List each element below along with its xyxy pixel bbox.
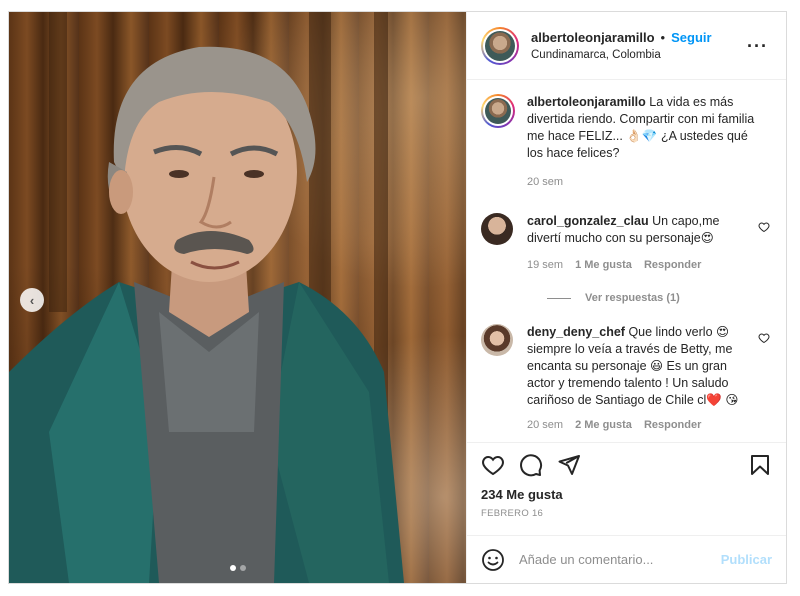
reply-button[interactable]: Responder — [644, 417, 701, 434]
view-replies-label: Ver respuestas (1) — [585, 292, 680, 304]
like-comment-heart-icon[interactable] — [758, 221, 770, 233]
comment-likes[interactable]: 2 Me gusta — [575, 417, 632, 434]
share-send-icon[interactable] — [557, 453, 581, 477]
comment-item: carol_gonzalez_clau Un capo,me divertí m… — [481, 213, 772, 274]
post-side-panel: albertoleonjaramillo • Seguir Cundinamar… — [466, 12, 786, 583]
caption-avatar[interactable] — [481, 94, 515, 128]
author-username[interactable]: albertoleonjaramillo — [531, 30, 655, 45]
post-header: albertoleonjaramillo • Seguir Cundinamar… — [467, 12, 786, 80]
view-replies-button[interactable]: Ver respuestas (1) — [547, 292, 772, 304]
likes-count[interactable]: 234 Me gusta — [481, 487, 772, 502]
post-location[interactable]: Cundinamarca, Colombia — [531, 49, 712, 61]
comment-username[interactable]: deny_deny_chef — [527, 325, 625, 339]
like-heart-icon[interactable] — [481, 453, 505, 477]
carousel-dot — [230, 565, 236, 571]
carousel-indicator — [230, 565, 246, 571]
author-avatar[interactable] — [481, 26, 519, 65]
chevron-left-icon: ‹ — [29, 292, 35, 308]
like-comment-heart-icon[interactable] — [758, 332, 770, 344]
comments-list[interactable]: albertoleonjaramillo La vida es más dive… — [467, 80, 786, 442]
comment-bubble-icon[interactable] — [519, 453, 543, 477]
add-comment-bar: Publicar — [467, 535, 786, 583]
comment-username[interactable]: carol_gonzalez_clau — [527, 214, 649, 228]
commenter-avatar[interactable] — [481, 324, 513, 356]
carousel-prev-button[interactable]: ‹ — [20, 288, 44, 312]
separator-dot: • — [660, 30, 666, 45]
replies-divider — [547, 297, 571, 299]
commenter-avatar[interactable] — [481, 213, 513, 245]
save-bookmark-icon[interactable] — [748, 453, 772, 477]
comment-input[interactable] — [519, 552, 721, 567]
post-date[interactable]: FEBRERO 16 — [481, 508, 772, 519]
caption: albertoleonjaramillo La vida es más dive… — [481, 94, 772, 191]
publish-button[interactable]: Publicar — [721, 552, 772, 567]
caption-time[interactable]: 20 sem — [527, 174, 563, 191]
post-photo: ‹ — [9, 12, 466, 583]
follow-button[interactable]: Seguir — [671, 30, 711, 45]
comment-time[interactable]: 19 sem — [527, 257, 563, 274]
more-options-icon[interactable]: ··· — [747, 36, 768, 57]
emoji-smiley-icon[interactable] — [481, 548, 505, 572]
reply-button[interactable]: Responder — [644, 257, 701, 274]
comment-item: deny_deny_chef Que lindo verlo 😍 siempre… — [481, 324, 772, 434]
caption-username[interactable]: albertoleonjaramillo — [527, 95, 646, 109]
comment-time[interactable]: 20 sem — [527, 417, 563, 434]
carousel-dot — [240, 565, 246, 571]
post-dialog: ‹ albertoleonjaramillo • Seguir Cundinam… — [8, 11, 787, 584]
post-actions: 234 Me gusta FEBRERO 16 — [467, 442, 786, 529]
comment-likes[interactable]: 1 Me gusta — [575, 257, 632, 274]
